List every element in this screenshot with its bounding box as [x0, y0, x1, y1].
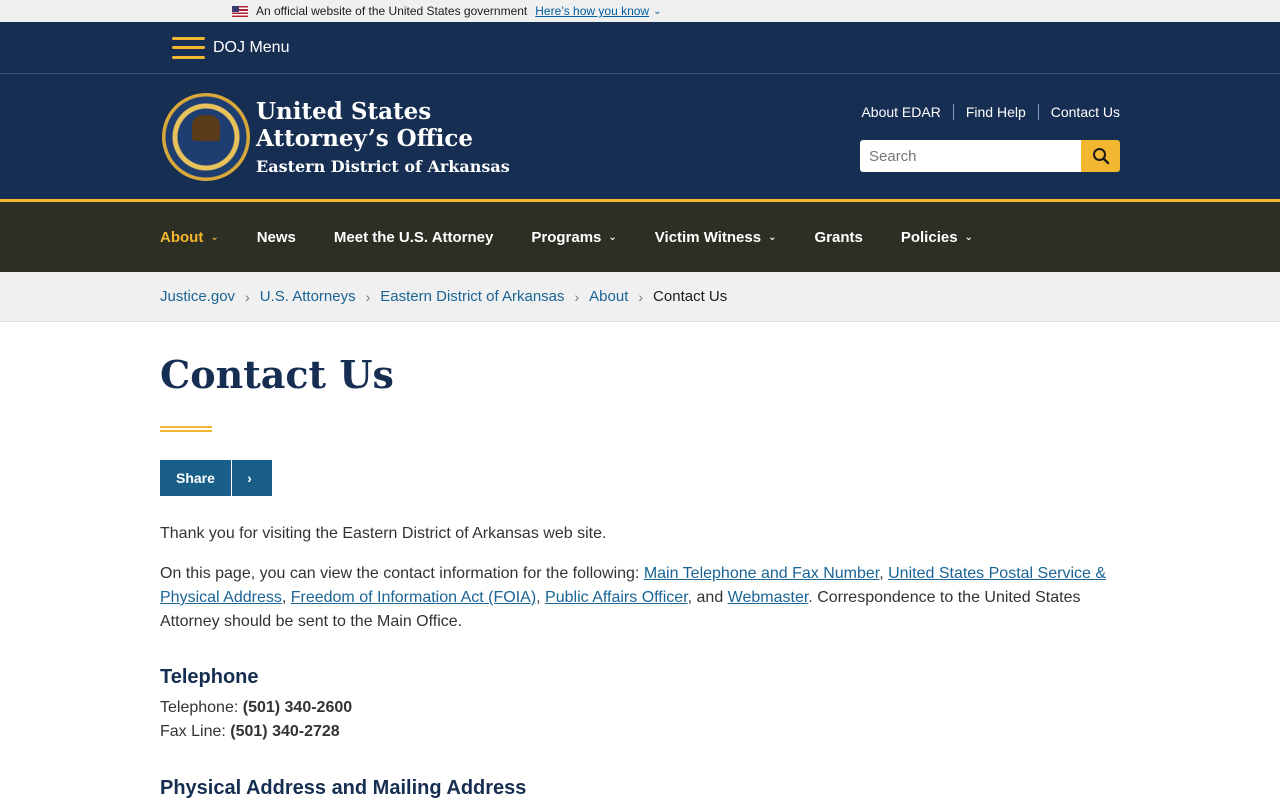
breadcrumb: Justice.gov › U.S. Attorneys › Eastern D… [0, 272, 1280, 322]
nav-item-programs[interactable]: Programs ⌄ [531, 229, 616, 246]
nav-label: Grants [814, 228, 863, 246]
breadcrumb-link-us-attorneys[interactable]: U.S. Attorneys [260, 288, 356, 305]
nav-label: Policies [900, 228, 958, 246]
doj-seal-logo[interactable] [162, 93, 250, 181]
nav-label: News [256, 228, 296, 246]
share-label: Share [176, 470, 215, 486]
nav-item-about[interactable]: About ⌄ [160, 229, 219, 246]
telephone-heading: Telephone [160, 666, 259, 688]
chevron-right-icon: › [574, 288, 580, 305]
us-flag-icon [232, 5, 248, 17]
link-foia[interactable]: Freedom of Information Act (FOIA) [291, 589, 536, 606]
fax-line: Fax Line: (501) 340-2728 [160, 720, 1120, 744]
gov-banner-text: An official website of the United States… [256, 4, 528, 18]
site-title-line2: Attorney’s Office [256, 125, 473, 152]
site-title[interactable]: United States Attorney’s Office Eastern … [256, 98, 510, 176]
separator: , and [687, 589, 728, 606]
search-box [860, 140, 1120, 172]
telephone-label: Telephone: [160, 699, 243, 716]
fax-value: (501) 340-2728 [230, 723, 340, 740]
separator: , [281, 589, 291, 606]
utility-links: About EDAR Find Help Contact Us [849, 104, 1120, 120]
chevron-down-icon[interactable]: ⌄ [653, 6, 661, 17]
telephone-value: (501) 340-2600 [242, 699, 353, 716]
title-divider [160, 426, 212, 432]
body-prefix: On this page, you can view the contact i… [160, 565, 644, 582]
nav-label: Victim Witness [654, 228, 762, 246]
nav-item-victim-witness[interactable]: Victim Witness ⌄ [655, 229, 777, 246]
breadcrumb-link-about[interactable]: About [589, 288, 628, 305]
link-main-telephone[interactable]: Main Telephone and Fax Number [644, 565, 879, 582]
nav-item-grants[interactable]: Grants [814, 229, 862, 246]
site-title-line3: Eastern District of Arkansas [256, 157, 510, 176]
doj-menu-button[interactable]: DOJ Menu [213, 39, 289, 57]
utility-link-contact-us[interactable]: Contact Us [1037, 104, 1120, 120]
nav-label: About [160, 228, 204, 246]
separator: , [536, 589, 546, 606]
chevron-right-icon: › [365, 288, 371, 305]
chevron-down-icon: ⌄ [964, 231, 973, 243]
search-button[interactable] [1081, 140, 1120, 172]
utility-link-find-help[interactable]: Find Help [952, 104, 1038, 120]
main-content: Contact Us Share › Thank you for visitin… [0, 352, 1120, 800]
separator: , [879, 565, 889, 582]
site-title-line1: United States [256, 98, 432, 125]
site-header: United States Attorney’s Office Eastern … [0, 74, 1280, 199]
breadcrumb-link-eastern-district[interactable]: Eastern District of Arkansas [380, 288, 564, 305]
hamburger-menu-icon[interactable] [172, 36, 205, 59]
chevron-right-icon: › [230, 460, 267, 496]
chevron-right-icon: › [245, 288, 250, 305]
intro-text: Thank you for visiting the Eastern Distr… [160, 525, 607, 542]
address-heading: Physical Address and Mailing Address [160, 777, 527, 799]
gov-banner: An official website of the United States… [0, 0, 1280, 22]
search-icon [1092, 148, 1109, 165]
body-paragraph: On this page, you can view the contact i… [160, 562, 1120, 634]
fax-label: Fax Line: [160, 723, 231, 740]
main-nav: About ⌄ News Meet the U.S. Attorney Prog… [0, 199, 1280, 272]
breadcrumb-link-justice-gov[interactable]: Justice.gov [160, 288, 235, 305]
heres-how-you-know-link[interactable]: Here’s how you know [535, 4, 649, 18]
share-button[interactable]: Share › [160, 460, 272, 496]
chevron-down-icon: ⌄ [768, 231, 777, 243]
chevron-down-icon: ⌄ [608, 231, 617, 243]
chevron-down-icon: ⌄ [210, 231, 219, 243]
nav-label: Meet the U.S. Attorney [333, 228, 494, 246]
link-webmaster[interactable]: Webmaster [728, 589, 809, 606]
link-public-affairs[interactable]: Public Affairs Officer [545, 589, 688, 606]
telephone-line: Telephone: (501) 340-2600 [160, 696, 1120, 720]
doj-menu-bar: DOJ Menu [0, 22, 1280, 74]
nav-item-meet-the-us-attorney[interactable]: Meet the U.S. Attorney [334, 229, 493, 246]
nav-item-news[interactable]: News [257, 229, 296, 246]
breadcrumb-current: Contact Us [653, 288, 728, 305]
phone-lines: Telephone: (501) 340-2600 Fax Line: (501… [160, 696, 1120, 744]
utility-link-about-edar[interactable]: About EDAR [849, 104, 952, 120]
nav-item-policies[interactable]: Policies ⌄ [901, 229, 973, 246]
chevron-right-icon: › [638, 288, 644, 305]
nav-label: Programs [531, 228, 602, 246]
page-title: Contact Us [160, 352, 394, 397]
search-input[interactable] [860, 140, 1081, 172]
